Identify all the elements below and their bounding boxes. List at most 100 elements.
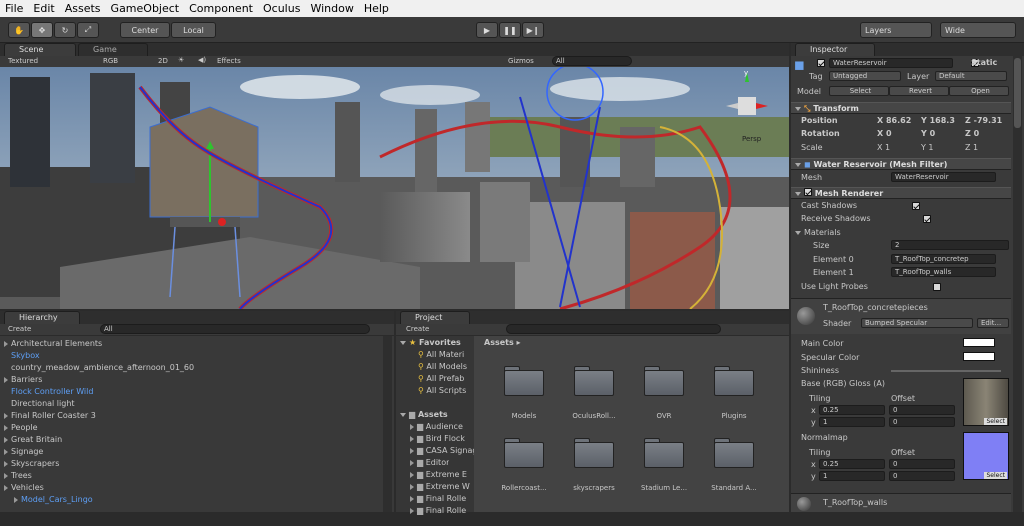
rotate-tool-icon[interactable]: ↻ (54, 22, 76, 38)
scale-y[interactable]: Y 1 (921, 143, 934, 152)
favorite-item[interactable]: ⚲ All Scripts (418, 385, 466, 397)
normal-tiling-y[interactable]: 1 (819, 471, 885, 481)
tab-inspector[interactable]: Inspector (795, 43, 875, 56)
layout-dropdown[interactable]: Wide (940, 22, 1016, 38)
favorites-header[interactable]: ★ Favorites (400, 337, 461, 349)
position-y[interactable]: Y 168.3 (921, 116, 955, 125)
sun-icon[interactable]: ☀ (178, 56, 184, 64)
2d-toggle[interactable]: 2D (158, 57, 168, 65)
material-header[interactable]: T_RoofTop_concretepieces Shader Bumped S… (791, 298, 1011, 334)
tag-dropdown[interactable]: Untagged (829, 71, 901, 81)
base-texture-thumbnail[interactable]: Select (963, 378, 1009, 426)
element0-field[interactable]: T_RoofTop_concretep (891, 254, 996, 264)
asset-folder-item[interactable]: ▆ Final Rolle (410, 505, 466, 517)
expand-arrow-icon[interactable] (4, 340, 8, 347)
scene-view[interactable]: y Persp (0, 67, 789, 309)
effects-dropdown[interactable]: Effects (217, 57, 241, 65)
expand-arrow-icon[interactable] (410, 507, 414, 514)
rotation-z[interactable]: Z 0 (965, 129, 979, 138)
hierarchy-item[interactable]: Directional light (4, 398, 75, 410)
pivot-center-button[interactable]: Center (120, 22, 170, 38)
gizmo-persp-label[interactable]: Persp (742, 135, 761, 143)
hierarchy-item[interactable]: Final Roller Coaster 3 (4, 410, 96, 422)
asset-folder-tile[interactable]: OculusRoll... (562, 366, 626, 426)
assets-breadcrumb[interactable]: Assets ▸ (484, 337, 521, 349)
hierarchy-item[interactable]: Skyscrapers (4, 458, 59, 470)
expand-arrow-icon[interactable] (410, 423, 414, 430)
normal-tiling-x[interactable]: 0.25 (819, 459, 885, 469)
meshfilter-header[interactable]: ◼ Water Reservoir (Mesh Filter) (791, 158, 1011, 170)
asset-folder-item[interactable]: ▆ Extreme W (410, 481, 470, 493)
pause-button[interactable]: ❚❚ (499, 22, 521, 38)
meshrenderer-header[interactable]: Mesh Renderer (791, 187, 1011, 199)
hand-tool-icon[interactable]: ✋ (8, 22, 30, 38)
expand-arrow-icon[interactable] (4, 484, 8, 491)
tab-scene[interactable]: Scene (4, 43, 76, 56)
pivot-local-button[interactable]: Local (171, 22, 216, 38)
expand-arrow-icon[interactable] (4, 472, 8, 479)
hierarchy-item[interactable]: country_meadow_ambience_afternoon_01_60 (4, 362, 194, 374)
tab-project[interactable]: Project (400, 311, 470, 324)
materials-label[interactable]: Materials (795, 228, 841, 237)
hierarchy-item[interactable]: Model_Cars_Lingo (14, 494, 93, 506)
hierarchy-item[interactable]: Barriers (4, 374, 42, 386)
menu-edit[interactable]: Edit (28, 2, 59, 15)
element1-field[interactable]: T_RoofTop_walls (891, 267, 996, 277)
assets-header[interactable]: ▆ Assets (400, 409, 448, 421)
shading-dropdown[interactable]: Textured (8, 57, 38, 65)
hierarchy-item[interactable]: Great Britain (4, 434, 62, 446)
menu-oculus[interactable]: Oculus (258, 2, 305, 15)
rotation-x[interactable]: X 0 (877, 129, 892, 138)
shininess-slider[interactable] (891, 370, 1001, 372)
gameobject-name-field[interactable]: WaterReservoir (829, 58, 953, 68)
tab-hierarchy[interactable]: Hierarchy (4, 311, 80, 324)
expand-arrow-icon[interactable] (4, 412, 8, 419)
asset-folder-item[interactable]: ▆ Bird Flock (410, 433, 465, 445)
hierarchy-item[interactable]: People (4, 422, 38, 434)
hierarchy-search-input[interactable]: All (100, 324, 370, 334)
main-color-swatch[interactable] (963, 338, 995, 347)
menu-gameobject[interactable]: GameObject (106, 2, 185, 15)
shader-dropdown[interactable]: Bumped Specular (861, 318, 973, 328)
expand-arrow-icon[interactable] (4, 460, 8, 467)
gameobject-active-checkbox[interactable] (817, 59, 825, 67)
asset-folder-tile[interactable]: OVR (632, 366, 696, 426)
play-button[interactable]: ▶ (476, 22, 498, 38)
inspector-scrollbar[interactable] (1013, 56, 1022, 512)
asset-folder-item[interactable]: ▆ CASA Signage (410, 445, 482, 457)
menu-window[interactable]: Window (305, 2, 358, 15)
asset-folder-tile[interactable]: Standard A... (702, 438, 766, 498)
tab-game[interactable]: Game (78, 43, 148, 56)
asset-folder-tile[interactable]: skyscrapers (562, 438, 626, 498)
expand-arrow-icon[interactable] (4, 448, 8, 455)
cast-shadows-checkbox[interactable] (912, 202, 921, 210)
expand-arrow-icon[interactable] (410, 447, 414, 454)
normalmap-thumbnail[interactable]: Select (963, 432, 1009, 480)
rgb-dropdown[interactable]: RGB (103, 57, 118, 65)
transform-header[interactable]: ⤡ Transform (791, 102, 1011, 114)
scale-tool-icon[interactable]: ⤢ (77, 22, 99, 38)
base-offset-x[interactable]: 0 (889, 405, 955, 415)
normalmap-select[interactable]: Select (984, 472, 1007, 479)
expand-arrow-icon[interactable] (4, 436, 8, 443)
base-offset-y[interactable]: 0 (889, 417, 955, 427)
expand-arrow-icon[interactable] (410, 471, 414, 478)
scene-search-input[interactable]: All (552, 56, 632, 66)
menu-component[interactable]: Component (184, 2, 258, 15)
hierarchy-scrollbar[interactable] (383, 336, 392, 512)
position-z[interactable]: Z -79.31 (965, 116, 1002, 125)
hierarchy-item[interactable]: Trees (4, 470, 32, 482)
layer-dropdown[interactable]: Default (935, 71, 1007, 81)
asset-folder-tile[interactable]: Stadium Le... (632, 438, 696, 498)
project-search-input[interactable] (506, 324, 721, 334)
specular-color-swatch[interactable] (963, 352, 995, 361)
expand-arrow-icon[interactable] (14, 496, 18, 503)
hierarchy-item[interactable]: Architectural Elements (4, 338, 102, 350)
base-texture-select[interactable]: Select (984, 418, 1007, 425)
move-tool-icon[interactable]: ✥ (31, 22, 53, 38)
inspector-scroll-thumb[interactable] (1014, 58, 1021, 128)
model-open-button[interactable]: Open (949, 86, 1009, 96)
rotation-y[interactable]: Y 0 (921, 129, 935, 138)
base-tiling-x[interactable]: 0.25 (819, 405, 885, 415)
scale-z[interactable]: Z 1 (965, 143, 978, 152)
